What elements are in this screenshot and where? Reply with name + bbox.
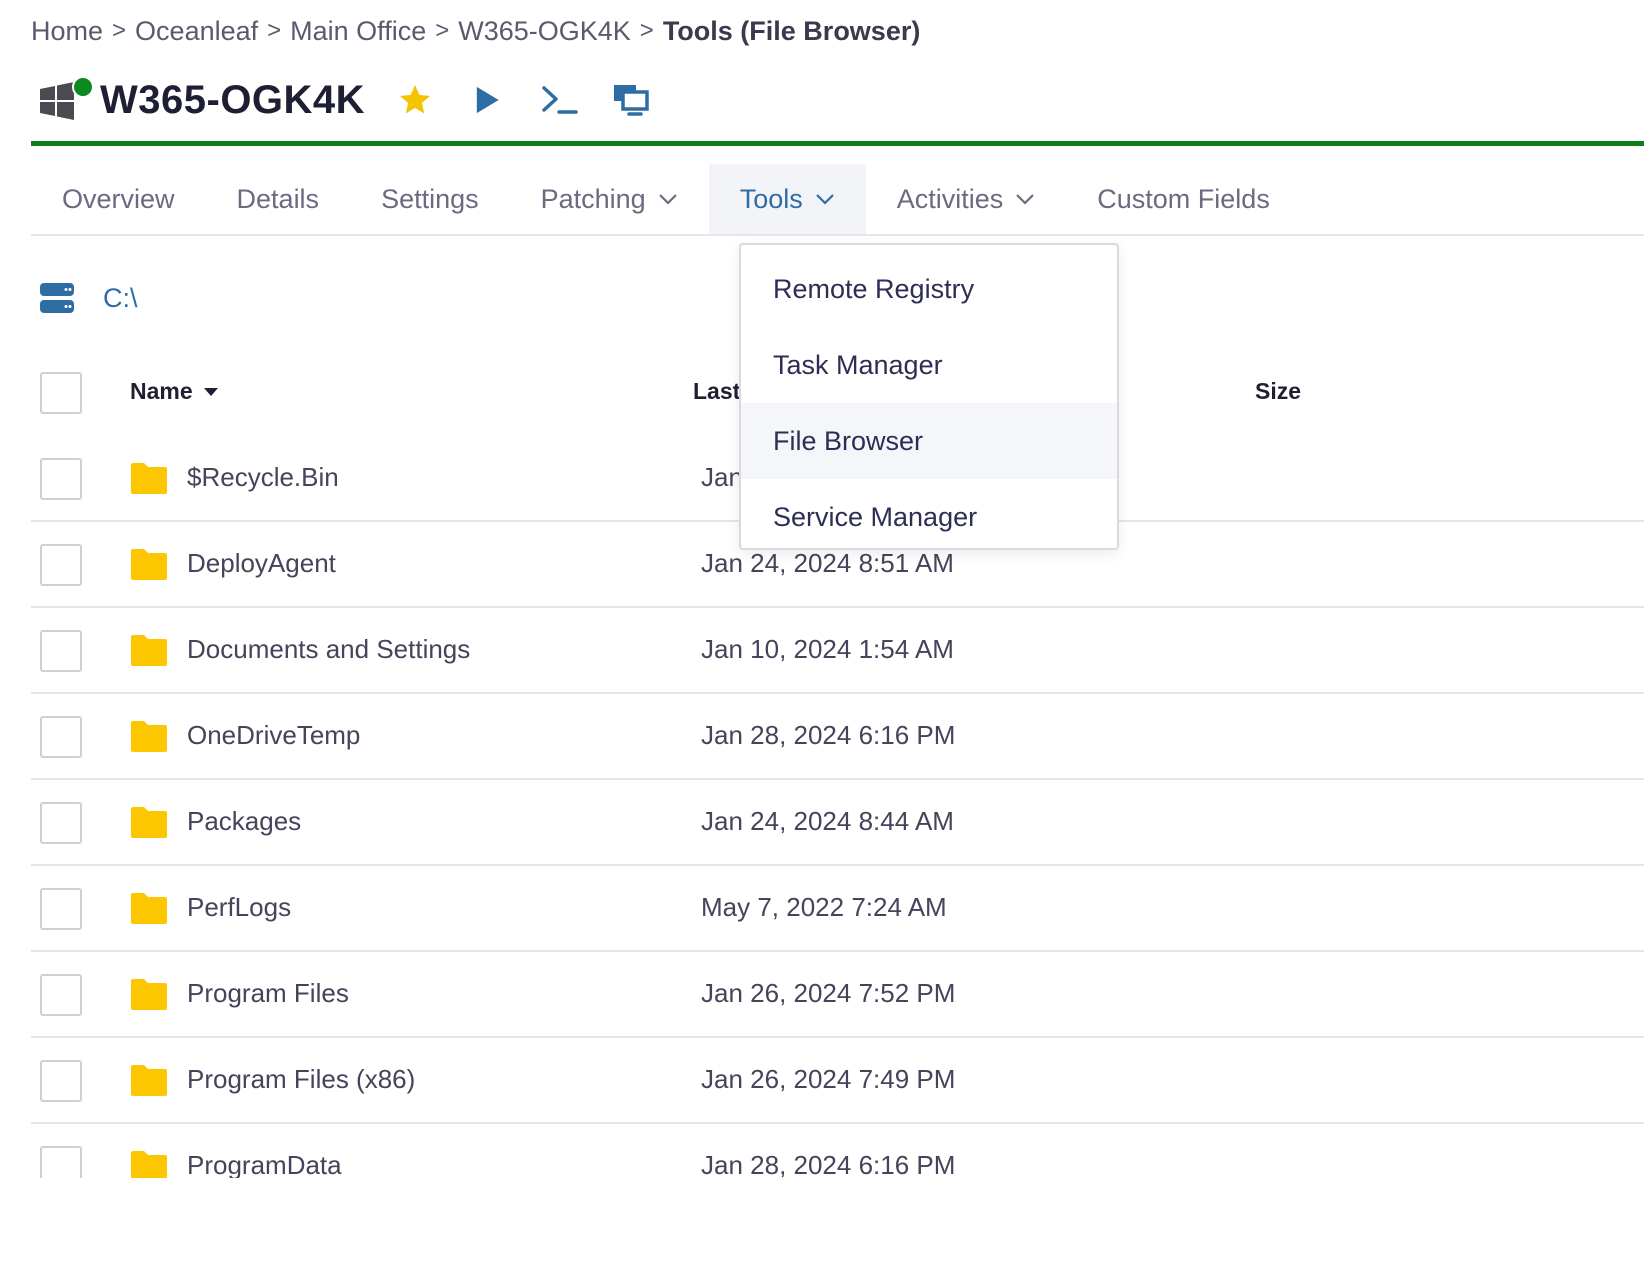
- file-modified: Jan 26, 2024 7:49 PM: [701, 1064, 956, 1094]
- file-modified: Jan 28, 2024 6:16 PM: [701, 1150, 956, 1178]
- file-modified: Jan 28, 2024 6:16 PM: [701, 720, 956, 750]
- folder-icon: [131, 721, 167, 752]
- folder-icon: [131, 549, 167, 580]
- folder-icon: [131, 463, 167, 494]
- column-header-size[interactable]: Size: [1255, 378, 1301, 405]
- menu-item-remote-registry[interactable]: Remote Registry: [741, 251, 1117, 327]
- row-checkbox[interactable]: [40, 802, 82, 844]
- folder-icon: [131, 979, 167, 1010]
- row-checkbox[interactable]: [40, 458, 82, 500]
- caret-down-icon: [203, 387, 218, 396]
- column-header-label: Name: [130, 378, 193, 404]
- row-checkbox[interactable]: [40, 630, 82, 672]
- folder-icon: [131, 1151, 167, 1178]
- file-name[interactable]: Documents and Settings: [187, 634, 470, 665]
- file-modified: Jan 26, 2024 7:52 PM: [701, 978, 956, 1008]
- row-checkbox[interactable]: [40, 544, 82, 586]
- table-row[interactable]: PerfLogs May 7, 2022 7:24 AM: [31, 866, 1644, 952]
- table-row[interactable]: Program Files Jan 26, 2024 7:52 PM: [31, 952, 1644, 1038]
- column-header-name[interactable]: Name: [130, 378, 219, 405]
- row-checkbox[interactable]: [40, 716, 82, 758]
- file-name[interactable]: ProgramData: [187, 1150, 342, 1178]
- table-row[interactable]: Packages Jan 24, 2024 8:44 AM: [31, 780, 1644, 866]
- row-checkbox[interactable]: [40, 1060, 82, 1102]
- table-row[interactable]: ProgramData Jan 28, 2024 6:16 PM: [31, 1124, 1644, 1178]
- table-row[interactable]: Program Files (x86) Jan 26, 2024 7:49 PM: [31, 1038, 1644, 1124]
- row-checkbox[interactable]: [40, 1146, 82, 1178]
- file-name[interactable]: Program Files (x86): [187, 1064, 415, 1095]
- file-name[interactable]: Packages: [187, 806, 301, 837]
- row-checkbox[interactable]: [40, 888, 82, 930]
- tools-dropdown-menu: Remote Registry Task Manager File Browse…: [739, 243, 1119, 550]
- file-name[interactable]: DeployAgent: [187, 548, 336, 579]
- folder-icon: [131, 635, 167, 666]
- folder-icon: [131, 893, 167, 924]
- file-modified: Jan: [701, 462, 743, 492]
- table-row[interactable]: OneDriveTemp Jan 28, 2024 6:16 PM: [31, 694, 1644, 780]
- file-name[interactable]: Program Files: [187, 978, 349, 1009]
- menu-item-task-manager[interactable]: Task Manager: [741, 327, 1117, 403]
- file-modified: Jan 10, 2024 1:54 AM: [701, 634, 954, 664]
- table-viewport: Name Last Size $Recycle.Bin Jan DeployAgen…: [0, 0, 1644, 1178]
- menu-item-file-browser[interactable]: File Browser: [741, 403, 1117, 479]
- file-name[interactable]: PerfLogs: [187, 892, 291, 923]
- file-name[interactable]: $Recycle.Bin: [187, 462, 339, 493]
- row-checkbox[interactable]: [40, 974, 82, 1016]
- select-all-checkbox[interactable]: [40, 372, 82, 414]
- menu-item-service-manager[interactable]: Service Manager: [741, 479, 1117, 555]
- file-modified: May 7, 2022 7:24 AM: [701, 892, 947, 922]
- file-name[interactable]: OneDriveTemp: [187, 720, 360, 751]
- table-row[interactable]: Documents and Settings Jan 10, 2024 1:54 …: [31, 608, 1644, 694]
- column-header-modified[interactable]: Last: [693, 378, 740, 405]
- folder-icon: [131, 807, 167, 838]
- folder-icon: [131, 1065, 167, 1096]
- file-modified: Jan 24, 2024 8:44 AM: [701, 806, 954, 836]
